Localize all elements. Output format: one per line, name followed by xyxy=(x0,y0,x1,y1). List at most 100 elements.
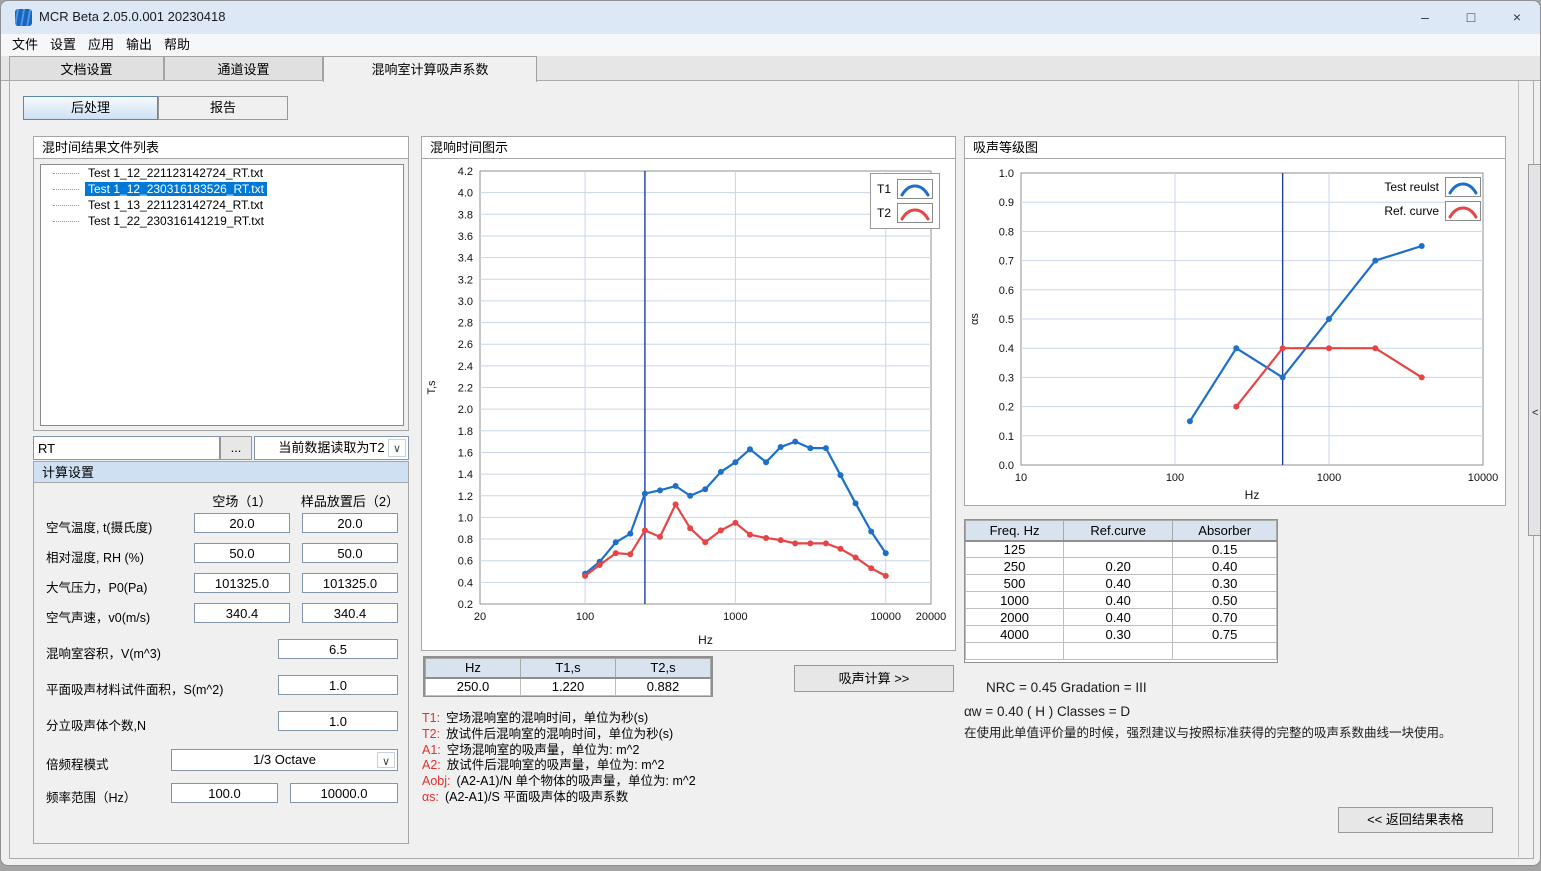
file-list-item[interactable]: Test 1_13_221123142724_RT.txt xyxy=(41,197,403,213)
data-point[interactable] xyxy=(702,539,708,545)
data-point[interactable] xyxy=(1233,345,1239,351)
tab-document-settings[interactable]: 文档设置 xyxy=(9,56,164,81)
area-input[interactable] xyxy=(278,675,398,695)
absorber-count-input[interactable] xyxy=(278,711,398,731)
data-point[interactable] xyxy=(868,565,874,571)
absorb-calc-button[interactable]: 吸声计算 >> xyxy=(794,665,954,692)
tab-channel-settings[interactable]: 通道设置 xyxy=(164,56,323,81)
data-point[interactable] xyxy=(597,562,603,568)
table-row[interactable]: 5000.400.30 xyxy=(966,575,1277,592)
sound-speed-input-1[interactable] xyxy=(194,603,290,623)
rt-name-input[interactable] xyxy=(33,436,220,460)
menu-output[interactable]: 输出 xyxy=(119,35,159,55)
data-point[interactable] xyxy=(853,554,859,560)
minimize-button[interactable]: – xyxy=(1402,1,1448,34)
data-point[interactable] xyxy=(687,525,693,531)
data-point[interactable] xyxy=(673,483,679,489)
data-point[interactable] xyxy=(763,535,769,541)
legend-entry[interactable]: T2 xyxy=(877,203,933,223)
data-point[interactable] xyxy=(627,551,633,557)
data-point[interactable] xyxy=(627,531,633,537)
data-point[interactable] xyxy=(792,439,798,445)
data-point[interactable] xyxy=(837,546,843,552)
tab-reverb-absorption[interactable]: 混响室计算吸声系数 xyxy=(323,56,537,82)
data-read-as-dropdown[interactable]: 当前数据读取为T2 ∨ xyxy=(254,436,409,460)
data-point[interactable] xyxy=(718,469,724,475)
subtab-report[interactable]: 报告 xyxy=(158,96,288,120)
data-point[interactable] xyxy=(702,486,708,492)
data-point[interactable] xyxy=(868,528,874,534)
temp-input-2[interactable] xyxy=(302,513,398,533)
data-point[interactable] xyxy=(657,534,663,540)
data-point[interactable] xyxy=(747,446,753,452)
file-name[interactable]: Test 1_12_230316183526_RT.txt xyxy=(85,182,267,196)
data-point[interactable] xyxy=(883,550,889,556)
table-row[interactable]: 1250.15 xyxy=(966,541,1277,558)
browse-button[interactable]: ... xyxy=(220,436,252,460)
file-list-item[interactable]: Test 1_12_230316183526_RT.txt xyxy=(41,181,403,197)
collapse-left-icon[interactable]: < xyxy=(1532,407,1538,419)
legend-entry[interactable]: T1 xyxy=(877,179,933,199)
data-point[interactable] xyxy=(807,540,813,546)
file-list-item[interactable]: Test 1_22_230316141219_RT.txt xyxy=(41,213,403,229)
data-point[interactable] xyxy=(778,444,784,450)
data-point[interactable] xyxy=(823,445,829,451)
data-point[interactable] xyxy=(763,459,769,465)
data-point[interactable] xyxy=(1326,316,1332,322)
back-to-results-button[interactable]: << 返回结果表格 xyxy=(1338,807,1493,833)
table-row[interactable]: 250.01.2200.882 xyxy=(426,678,711,696)
data-point[interactable] xyxy=(807,445,813,451)
rh-input-2[interactable] xyxy=(302,543,398,563)
data-point[interactable] xyxy=(732,459,738,465)
chevron-down-icon[interactable]: ∨ xyxy=(388,439,406,457)
data-point[interactable] xyxy=(718,527,724,533)
freq-range-to-input[interactable] xyxy=(290,783,398,803)
subtab-postprocess[interactable]: 后处理 xyxy=(23,96,158,120)
data-point[interactable] xyxy=(1326,345,1332,351)
rt-chart[interactable]: 0.20.40.60.81.01.21.41.61.82.02.22.42.62… xyxy=(422,159,955,650)
data-point[interactable] xyxy=(582,573,588,579)
data-point[interactable] xyxy=(1280,374,1286,380)
panel-collapse-handle[interactable] xyxy=(1528,164,1541,536)
legend-entry[interactable]: Ref. curve xyxy=(1384,201,1481,221)
menu-help[interactable]: 帮助 xyxy=(157,35,197,55)
data-point[interactable] xyxy=(657,487,663,493)
pressure-input-1[interactable] xyxy=(194,573,290,593)
table-row[interactable] xyxy=(966,643,1277,660)
data-point[interactable] xyxy=(613,550,619,556)
file-name[interactable]: Test 1_12_221123142724_RT.txt xyxy=(85,166,266,180)
data-point[interactable] xyxy=(673,501,679,507)
file-name[interactable]: Test 1_13_221123142724_RT.txt xyxy=(85,198,266,212)
table-row[interactable]: 10000.400.50 xyxy=(966,592,1277,609)
close-button[interactable]: × xyxy=(1494,1,1540,34)
data-point[interactable] xyxy=(1187,418,1193,424)
data-point[interactable] xyxy=(732,520,738,526)
data-point[interactable] xyxy=(1372,258,1378,264)
pressure-input-2[interactable] xyxy=(302,573,398,593)
file-list-item[interactable]: Test 1_12_221123142724_RT.txt xyxy=(41,165,403,181)
data-point[interactable] xyxy=(778,537,784,543)
data-point[interactable] xyxy=(853,500,859,506)
data-point[interactable] xyxy=(642,527,648,533)
menu-apply[interactable]: 应用 xyxy=(81,35,121,55)
data-point[interactable] xyxy=(1233,404,1239,410)
data-point[interactable] xyxy=(1280,345,1286,351)
rh-input-1[interactable] xyxy=(194,543,290,563)
data-point[interactable] xyxy=(823,540,829,546)
table-row[interactable]: 40000.300.75 xyxy=(966,626,1277,643)
temp-input-1[interactable] xyxy=(194,513,290,533)
data-point[interactable] xyxy=(792,540,798,546)
legend-entry[interactable]: Test reulst xyxy=(1384,177,1481,197)
data-point[interactable] xyxy=(747,532,753,538)
maximize-button[interactable]: □ xyxy=(1448,1,1494,34)
volume-input[interactable] xyxy=(278,639,398,659)
chevron-down-icon[interactable]: ∨ xyxy=(377,752,395,768)
data-point[interactable] xyxy=(1419,243,1425,249)
menu-settings[interactable]: 设置 xyxy=(43,35,83,55)
data-point[interactable] xyxy=(613,539,619,545)
menu-file[interactable]: 文件 xyxy=(5,35,45,55)
data-point[interactable] xyxy=(883,573,889,579)
file-name[interactable]: Test 1_22_230316141219_RT.txt xyxy=(85,214,267,228)
octave-mode-dropdown[interactable]: 1/3 Octave ∨ xyxy=(171,749,398,771)
table-row[interactable]: 2500.200.40 xyxy=(966,558,1277,575)
